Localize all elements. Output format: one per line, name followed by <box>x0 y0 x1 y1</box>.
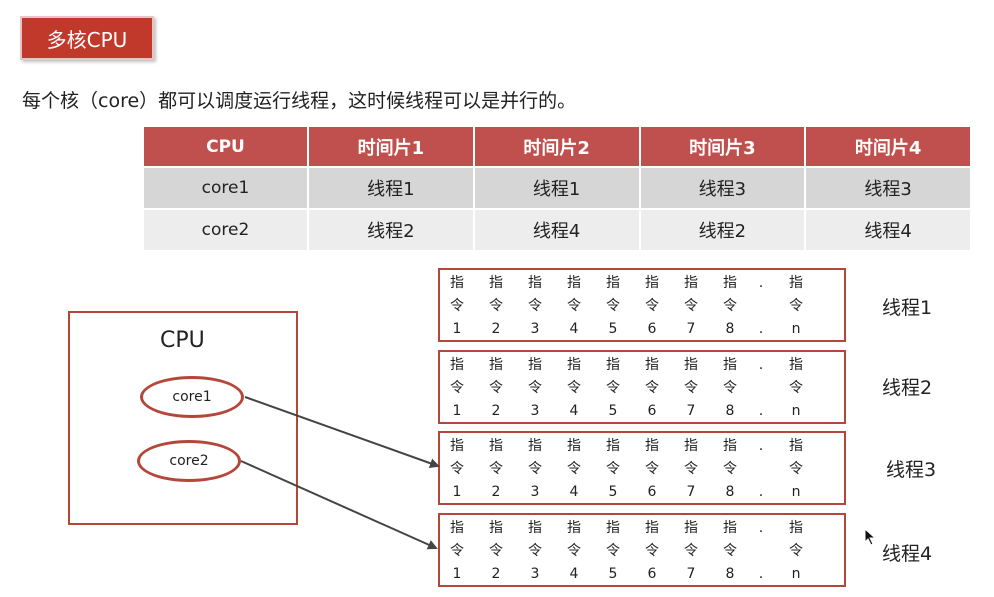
mouse-cursor-icon <box>864 528 877 546</box>
arrow-core2-to-thread4 <box>240 460 438 550</box>
arrow-core1-to-thread3 <box>244 396 440 469</box>
arrows-layer <box>240 396 440 550</box>
